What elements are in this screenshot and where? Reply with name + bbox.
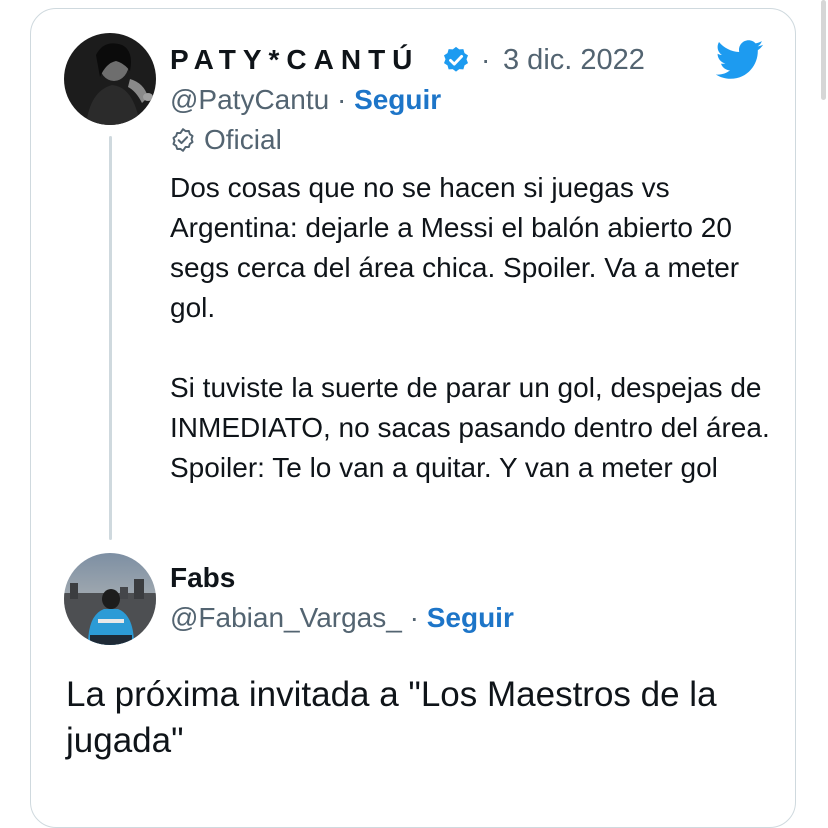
quoted-author-name[interactable]: PATY*CANTÚ [170,42,419,78]
reply-handle-row: @Fabian_Vargas_ · Seguir [170,600,514,636]
reply-author-name[interactable]: Fabs [170,560,235,596]
date-separator: · [481,44,491,75]
avatar[interactable] [64,33,156,125]
official-label-row: Oficial [170,122,282,158]
follow-button[interactable]: Seguir [354,84,441,115]
tweet-paragraph: Si tuviste la suerte de parar un gol, de… [170,372,770,483]
tweet-paragraph: Dos cosas que no se hacen si juegas vs A… [170,172,740,323]
avatar[interactable] [64,553,156,645]
handle-separator: · [336,84,347,115]
handle-separator: · [409,602,419,633]
quoted-handle[interactable]: @PatyCantu [170,84,329,115]
official-check-icon [172,128,194,152]
reply-handle[interactable]: @Fabian_Vargas_ [170,602,402,633]
quoted-tweet-text[interactable]: Dos cosas que no se hacen si juegas vs A… [170,168,780,488]
follow-button[interactable]: Seguir [427,602,514,633]
twitter-bird-icon[interactable] [715,40,764,80]
scrollbar[interactable] [821,0,826,100]
thread-connector-line [109,136,112,540]
verified-badge-icon [441,45,471,75]
tweet-date[interactable]: 3 dic. 2022 [503,42,645,78]
official-label: Oficial [204,124,282,155]
quoted-handle-row: @PatyCantu · Seguir [170,82,441,118]
reply-text[interactable]: La próxima invitada a "Los Maestros de l… [66,672,786,764]
